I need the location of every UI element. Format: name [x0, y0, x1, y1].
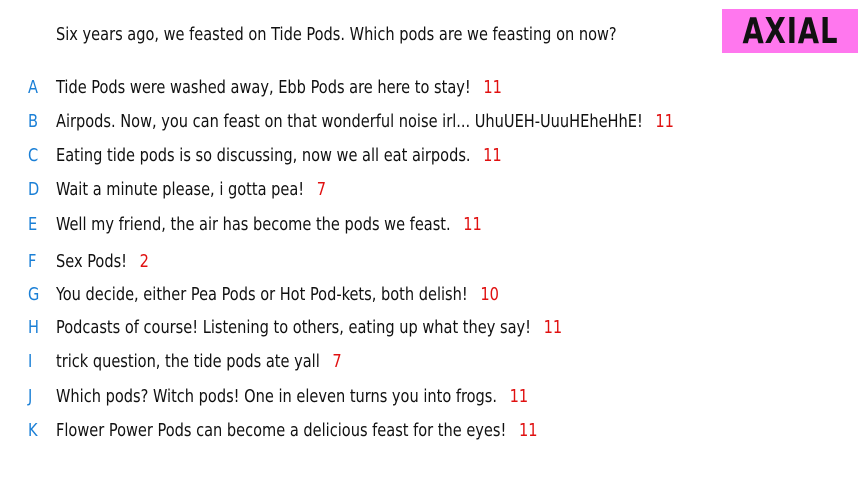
answer-letter: E: [28, 213, 38, 235]
answer-count: 11: [543, 316, 563, 338]
answer-count: 11: [483, 76, 502, 98]
answer-letter: H: [28, 316, 39, 338]
answer-text: Airpods. Now, you can feast on that wond…: [56, 110, 643, 132]
answer-text: trick question, the tide pods ate yall: [56, 350, 320, 372]
answer-letter: F: [28, 250, 37, 272]
answer-text: Tide Pods were washed away, Ebb Pods are…: [56, 76, 471, 98]
answer-text: Wait a minute please, i gotta pea!: [56, 178, 305, 200]
answer-count: 7: [332, 350, 342, 372]
answer-letter: J: [28, 385, 33, 407]
answer-letter: I: [28, 350, 33, 372]
answer-letter: B: [28, 110, 38, 132]
answer-count: 10: [480, 283, 499, 305]
answer-letter: K: [28, 419, 38, 441]
answer-letter: A: [28, 76, 38, 98]
answer-count: 7: [316, 178, 327, 200]
answer-letter: G: [28, 283, 40, 305]
answer-list: A Tide Pods were washed away, Ebb Pods a…: [0, 0, 864, 482]
answer-text: Flower Power Pods can become a delicious…: [56, 419, 507, 441]
answer-count: 11: [655, 110, 674, 132]
answer-letter: C: [28, 144, 39, 166]
answer-text: Well my friend, the air has become the p…: [56, 213, 451, 235]
answer-text: You decide, either Pea Pods or Hot Pod-k…: [56, 283, 468, 305]
answer-text: Sex Pods!: [56, 250, 128, 272]
answer-count: 11: [518, 419, 538, 441]
answer-count: 2: [139, 250, 149, 272]
answer-text: Eating tide pods is so discussing, now w…: [56, 144, 471, 166]
answer-letter: D: [28, 178, 40, 200]
answer-count: 11: [463, 213, 482, 235]
answer-text: Which pods? Witch pods! One in eleven tu…: [56, 385, 498, 407]
answer-text: Podcasts of course! Listening to others,…: [56, 316, 531, 338]
answer-count: 11: [483, 144, 502, 166]
answer-count: 11: [509, 385, 529, 407]
